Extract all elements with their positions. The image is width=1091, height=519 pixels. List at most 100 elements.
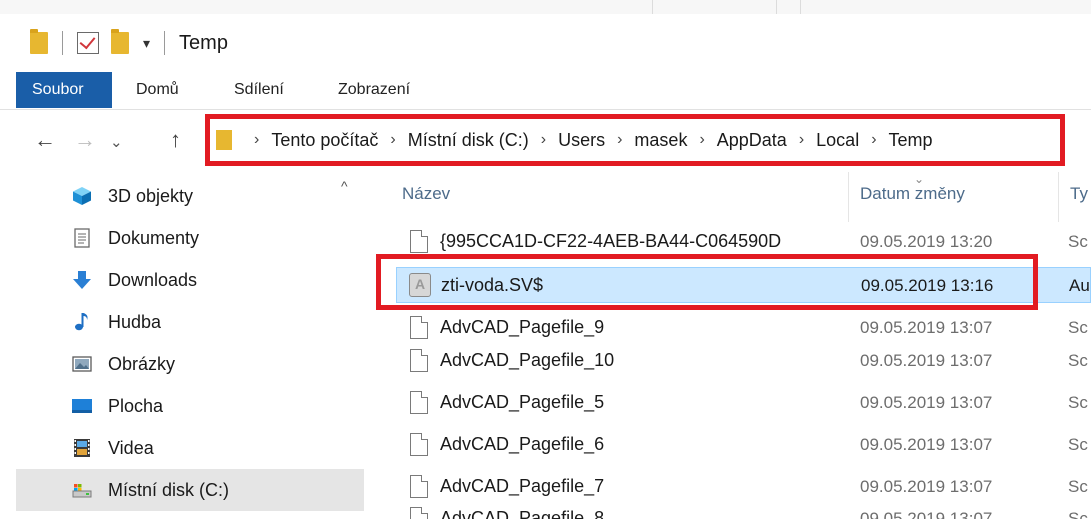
new-folder-icon[interactable] [111, 29, 129, 54]
tab-sdileni[interactable]: Sdílení [234, 72, 284, 108]
navpane-item-label: Dokumenty [108, 227, 200, 248]
music-note-icon [75, 313, 88, 331]
window-top-strip [0, 0, 1091, 14]
file-row-selected[interactable]: zti-voda.SV$ 09.05.2019 13:16 Au [396, 267, 1091, 303]
app-file-icon [409, 273, 431, 297]
tab-soubor[interactable]: Soubor [16, 72, 112, 108]
properties-check-icon[interactable] [77, 32, 99, 54]
breadcrumb-local[interactable]: Local [816, 130, 859, 151]
file-name: AdvCAD_Pagefile_9 [440, 317, 605, 337]
file-date: 09.05.2019 13:07 [860, 318, 993, 337]
breadcrumb-chevron-icon[interactable]: › [871, 131, 876, 149]
file-row[interactable]: {995CCA1D-CF22-4AEB-BA44-C064590D 09.05.… [396, 224, 1091, 260]
breadcrumb-chevron-icon[interactable]: › [254, 131, 259, 149]
file-type: Sc [1068, 232, 1088, 251]
file-type: Sc [1068, 393, 1088, 412]
file-type: Sc [1068, 351, 1088, 370]
tab-domu[interactable]: Domů [136, 72, 179, 108]
breadcrumb-users[interactable]: Users [558, 130, 605, 151]
column-header-date[interactable]: Datum změny [860, 184, 965, 204]
breadcrumb-chevron-icon[interactable]: › [799, 131, 804, 149]
breadcrumb-appdata[interactable]: AppData [717, 130, 787, 151]
navpane-item-plocha[interactable]: Plocha [16, 385, 364, 427]
address-bar[interactable]: › Tento počítač › Místní disk (C:) › Use… [205, 114, 1065, 166]
navigation-bar: ← → ⌄ ↑ › Tento počítač › Místní disk (C… [0, 110, 1091, 172]
file-row[interactable]: AdvCAD_Pagefile_7 09.05.2019 13:07 Sc [396, 469, 1091, 505]
file-type: Sc [1068, 435, 1088, 454]
file-date: 09.05.2019 13:07 [860, 393, 993, 412]
strip-divider [652, 0, 653, 14]
quick-access-toolbar: ▾ [30, 14, 179, 72]
file-icon [410, 507, 428, 519]
up-arrow-icon[interactable]: ↑ [170, 126, 181, 154]
navpane-item-hudba[interactable]: Hudba [16, 301, 364, 343]
navpane-item-label: Obrázky [108, 353, 176, 374]
file-date: 09.05.2019 13:07 [860, 435, 993, 454]
file-icon [410, 475, 428, 498]
file-date: 09.05.2019 13:07 [860, 509, 993, 519]
title-bar: ▾ Temp [0, 14, 1091, 72]
recent-locations-chevron-icon[interactable]: ⌄ [110, 129, 123, 157]
folder-icon[interactable] [30, 29, 48, 54]
desktop-icon [72, 399, 92, 413]
file-date: 09.05.2019 13:07 [860, 351, 993, 370]
navpane-item-label: Plocha [108, 395, 164, 416]
breadcrumb-chevron-icon[interactable]: › [699, 131, 704, 149]
column-header-type[interactable]: Ty [1070, 184, 1088, 204]
ribbon-tabs: Soubor Domů Sdílení Zobrazení [0, 72, 1091, 110]
navpane-item-obrazky[interactable]: Obrázky [16, 343, 364, 385]
navpane-item-dokumenty[interactable]: Dokumenty [16, 217, 364, 259]
file-icon [410, 316, 428, 339]
file-date: 09.05.2019 13:16 [861, 276, 994, 295]
window-title: Temp [179, 31, 228, 54]
file-name: AdvCAD_Pagefile_7 [440, 476, 605, 496]
file-icon [410, 230, 428, 253]
breadcrumb-temp[interactable]: Temp [889, 130, 933, 151]
back-arrow-icon[interactable]: ← [34, 126, 56, 154]
navpane-item-downloads[interactable]: Downloads [16, 259, 364, 301]
column-header-name[interactable]: Název [402, 184, 450, 204]
folder-icon [216, 130, 232, 150]
column-divider[interactable] [1058, 172, 1059, 222]
file-type: Sc [1068, 509, 1088, 519]
navpane-item-3d-objekty[interactable]: 3D objekty [16, 175, 364, 217]
file-date: 09.05.2019 13:20 [860, 232, 993, 251]
breadcrumb-chevron-icon[interactable]: › [541, 131, 546, 149]
navigation-pane: ^ 3D objekty Dokumenty Downloads Hudba O… [0, 172, 368, 519]
file-icon [410, 433, 428, 456]
file-name: AdvCAD_Pagefile_8 [440, 508, 605, 519]
breadcrumb-chevron-icon[interactable]: › [390, 131, 395, 149]
file-type: Sc [1068, 318, 1088, 337]
toolbar-separator [62, 31, 63, 55]
navpane-item-label: Hudba [108, 311, 162, 332]
file-row[interactable]: AdvCAD_Pagefile_5 09.05.2019 13:07 Sc [396, 385, 1091, 421]
download-arrow-icon [73, 271, 91, 289]
tab-zobrazeni[interactable]: Zobrazení [338, 72, 410, 108]
breadcrumb-mistni-disk[interactable]: Místní disk (C:) [408, 130, 529, 151]
breadcrumb-tento-pocitac[interactable]: Tento počítač [271, 130, 378, 151]
film-icon [74, 439, 90, 457]
column-divider[interactable] [848, 172, 849, 222]
drive-icon [72, 484, 92, 498]
file-row[interactable]: AdvCAD_Pagefile_9 09.05.2019 13:07 Sc [396, 310, 1091, 346]
file-row[interactable]: AdvCAD_Pagefile_6 09.05.2019 13:07 Sc [396, 427, 1091, 463]
navpane-item-videa[interactable]: Videa [16, 427, 364, 469]
strip-divider [800, 0, 801, 14]
file-icon [410, 391, 428, 414]
file-date: 09.05.2019 13:07 [860, 477, 993, 496]
file-type: Sc [1068, 477, 1088, 496]
file-row[interactable]: AdvCAD_Pagefile_10 09.05.2019 13:07 Sc [396, 343, 1091, 379]
breadcrumb-masek[interactable]: masek [634, 130, 687, 151]
file-name: AdvCAD_Pagefile_6 [440, 434, 605, 454]
navpane-item-label: Downloads [108, 269, 198, 290]
customize-toolbar-chevron-icon[interactable]: ▾ [143, 36, 150, 50]
breadcrumb-chevron-icon[interactable]: › [617, 131, 622, 149]
forward-arrow-icon[interactable]: → [74, 126, 96, 154]
file-row[interactable]: AdvCAD_Pagefile_8 09.05.2019 13:07 Sc [396, 501, 1091, 519]
file-type: Au [1069, 276, 1090, 295]
navpane-item-label: Místní disk (C:) [108, 479, 230, 500]
navpane-item-mistni-disk[interactable]: Místní disk (C:) [16, 469, 364, 511]
navpane-item-label: Videa [108, 437, 154, 458]
file-name: AdvCAD_Pagefile_10 [440, 350, 615, 370]
file-name: zti-voda.SV$ [441, 275, 544, 295]
